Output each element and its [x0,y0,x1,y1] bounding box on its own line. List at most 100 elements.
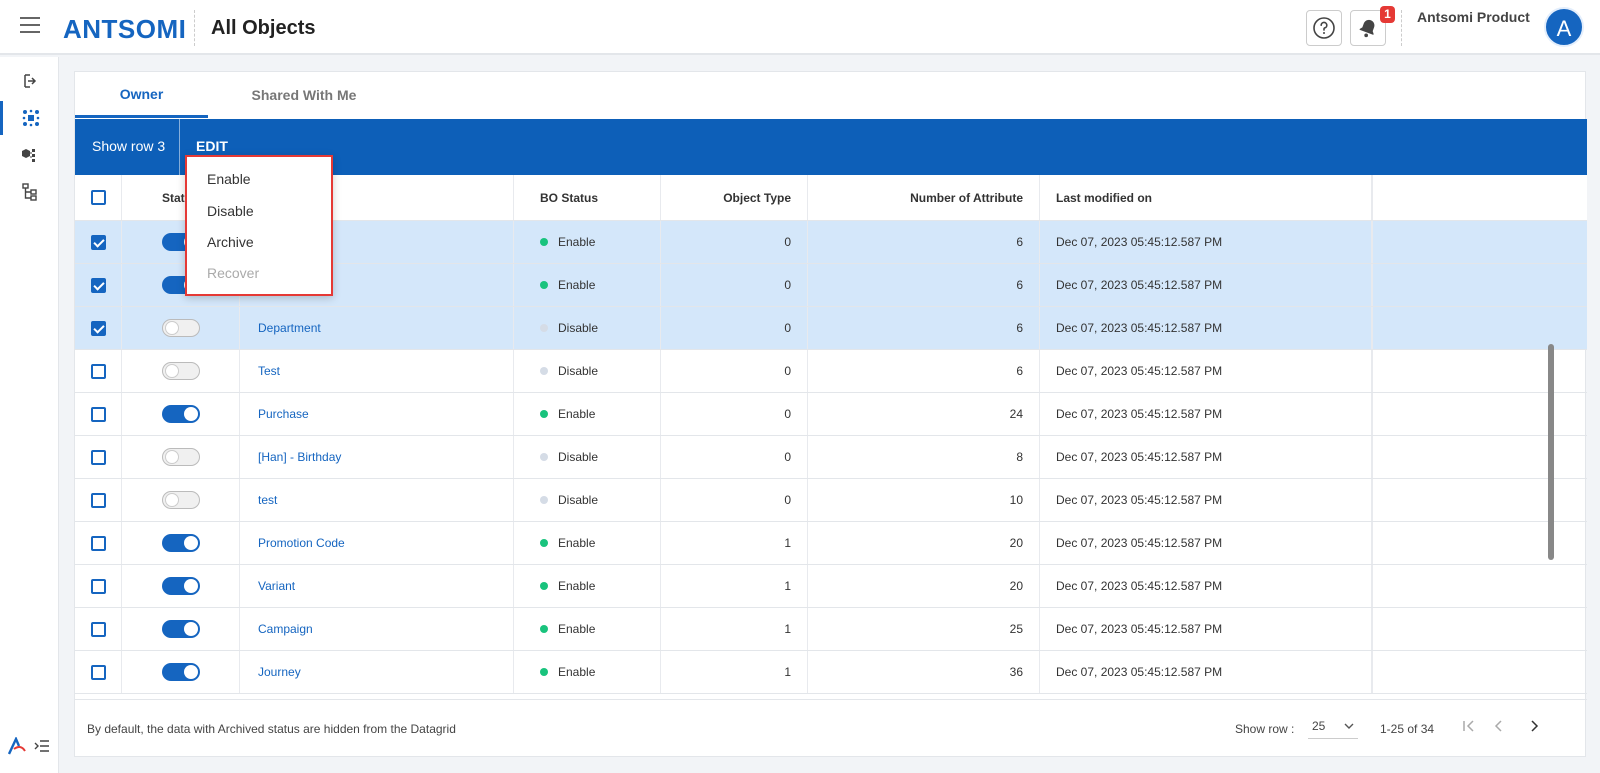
bo-status-text: Disable [558,450,599,464]
bo-status-text: Enable [558,235,596,249]
vertical-scrollbar[interactable] [1548,344,1554,560]
row-status-cell [122,651,240,693]
toggle-knob [165,450,179,464]
cubes-icon [21,149,35,162]
table-row[interactable]: Promotion Code Enable 1 20 Dec 07, 2023 05:4… [75,522,1587,565]
rail-item-import[interactable] [0,64,59,98]
status-toggle[interactable] [162,663,200,681]
expand-menu-icon[interactable] [34,739,50,753]
object-name-link[interactable]: Department [258,321,321,335]
object-name-link[interactable]: Purchase [258,407,309,421]
toggle-knob [184,407,198,421]
bo-status-text: Enable [558,536,596,550]
status-dot [540,539,548,547]
import-icon [23,74,36,88]
antsomi-mark-icon[interactable] [8,737,26,755]
row-status-cell [122,307,240,349]
status-dot [540,582,548,590]
object-type-cell: 1 [661,565,808,607]
row-checkbox[interactable] [90,234,106,250]
table-row[interactable]: Campaign Enable 1 25 Dec 07, 2023 05:45:12.5… [75,608,1587,651]
next-page-button[interactable] [1524,716,1544,736]
rail-item-hierarchy[interactable] [0,175,59,209]
header-number-of-attribute[interactable]: Number of Attribute [808,175,1040,220]
status-toggle[interactable] [162,405,200,423]
last-modified-cell: Dec 07, 2023 05:45:12.587 PM [1040,264,1372,306]
object-type-cell: 1 [661,651,808,693]
object-name-link[interactable]: Test [258,364,280,378]
help-button[interactable] [1306,10,1342,46]
last-modified-cell: Dec 07, 2023 05:45:12.587 PM [1040,651,1372,693]
object-name-link[interactable]: [Han] - Birthday [258,450,341,464]
header-bo-status[interactable]: BO Status [514,175,661,220]
row-checkbox[interactable] [90,277,106,293]
tab-owner[interactable]: Owner [75,72,208,118]
menu-item-enable[interactable]: Enable [207,171,251,187]
object-name-link[interactable]: Campaign [258,622,313,636]
avatar[interactable]: A [1544,7,1584,47]
status-toggle[interactable] [162,534,200,552]
row-checkbox[interactable] [90,406,106,422]
row-checkbox[interactable] [90,363,106,379]
header-object-type[interactable]: Object Type [661,175,808,220]
object-type-cell: 0 [661,221,808,263]
number-of-attribute-cell: 20 [808,522,1040,564]
object-type-cell: 1 [661,522,808,564]
row-checkbox[interactable] [90,492,106,508]
number-of-attribute-cell: 8 [808,436,1040,478]
row-bo-status-cell: Enable [514,393,661,435]
first-page-button[interactable] [1459,716,1479,736]
rail-item-objects[interactable] [0,101,59,135]
status-toggle[interactable] [162,620,200,638]
row-checkbox[interactable] [90,621,106,637]
object-name-link[interactable]: test [258,493,277,507]
table-row[interactable]: Variant Enable 1 20 Dec 07, 2023 05:45:12.58… [75,565,1587,608]
row-status-cell [122,350,240,392]
table-row[interactable]: Purchase Enable 0 24 Dec 07, 2023 05:45:12.5… [75,393,1587,436]
edit-button[interactable]: EDIT [196,138,228,154]
object-name-link[interactable]: Journey [258,665,301,679]
hamburger-icon[interactable] [20,17,40,33]
table-row[interactable]: Journey Enable 1 36 Dec 07, 2023 05:45:12.58… [75,651,1587,694]
toggle-knob [165,493,179,507]
status-toggle[interactable] [162,362,200,380]
antsomi-logo[interactable]: ANTSOMI [63,14,186,45]
row-bo-status-cell: Disable [514,350,661,392]
header-last-modified[interactable]: Last modified on [1040,175,1372,220]
status-toggle[interactable] [162,577,200,595]
row-select-cell [75,307,122,349]
header-extra [1372,175,1587,220]
row-checkbox[interactable] [90,449,106,465]
menu-item-disable[interactable]: Disable [207,203,254,219]
row-checkbox[interactable] [90,535,106,551]
prev-page-button[interactable] [1489,716,1509,736]
table-row[interactable]: test Disable 0 10 Dec 07, 2023 05:45:12.587 … [75,479,1587,522]
edit-dropdown-menu: Enable Disable Archive Recover [185,155,333,296]
tab-shared-with-me[interactable]: Shared With Me [208,72,400,118]
status-dot [540,410,548,418]
row-checkbox[interactable] [90,578,106,594]
row-bo-status-cell: Disable [514,479,661,521]
status-toggle[interactable] [162,491,200,509]
row-checkbox[interactable] [90,664,106,680]
row-extra-cell [1372,522,1587,564]
row-select-cell [75,651,122,693]
status-dot [540,324,548,332]
menu-item-archive[interactable]: Archive [207,234,254,250]
object-type-cell: 0 [661,350,808,392]
object-name-link[interactable]: Promotion Code [258,536,345,550]
rail-item-cubes[interactable] [0,138,59,172]
object-name-link[interactable]: Variant [258,579,295,593]
status-dot [540,496,548,504]
row-checkbox[interactable] [90,320,106,336]
table-row[interactable]: Department Disable 0 6 Dec 07, 2023 05:45:12… [75,307,1587,350]
row-bo-status-cell: Enable [514,221,661,263]
status-toggle[interactable] [162,448,200,466]
table-row[interactable]: [Han] - Birthday Disable 0 8 Dec 07, 2023 05… [75,436,1587,479]
table-row[interactable]: Test Disable 0 6 Dec 07, 2023 05:45:12.587 P… [75,350,1587,393]
last-modified-cell: Dec 07, 2023 05:45:12.587 PM [1040,565,1372,607]
page-size-select[interactable]: 25 [1308,713,1358,739]
status-toggle[interactable] [162,319,200,337]
select-all-checkbox[interactable] [90,190,106,205]
left-rail [0,57,59,773]
